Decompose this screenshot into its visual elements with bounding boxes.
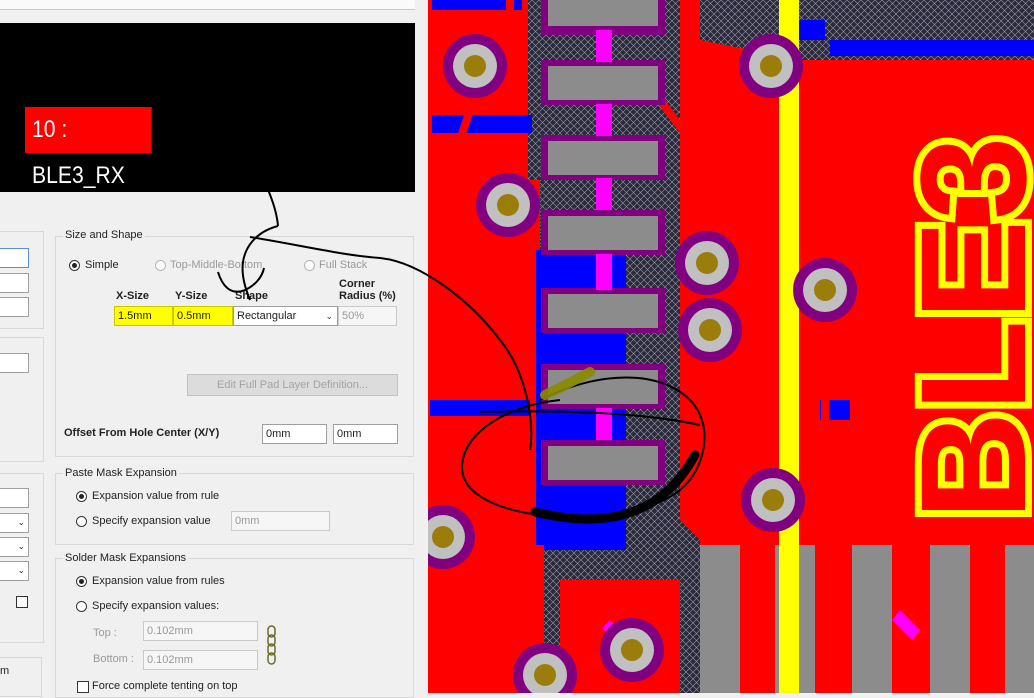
chevron-down-icon: ⌄: [17, 517, 25, 527]
shape-select-value: Rectangular: [237, 310, 297, 322]
solder-mask-title: Solder Mask Expansions: [63, 552, 189, 564]
solder-bottom-label: Bottom :: [93, 653, 134, 665]
shape-select[interactable]: Rectangular ⌄: [233, 306, 338, 326]
solder-top-input[interactable]: 0.102mm: [143, 621, 258, 641]
solder-bottom-input[interactable]: 0.102mm: [143, 650, 258, 670]
x-size-header: X-Size: [116, 290, 150, 302]
paste-rule-radio[interactable]: [76, 491, 87, 502]
solder-rules-label: Expansion value from rules: [92, 575, 225, 587]
corner-header-line2: Radius (%): [339, 290, 396, 302]
chevron-down-icon: ⌄: [17, 565, 25, 575]
x-size-input[interactable]: 1.5mm: [114, 306, 173, 326]
top-middle-bottom-label: Top-Middle-Bottom: [170, 259, 263, 271]
size-shape-title: Size and Shape: [63, 229, 145, 241]
chevron-down-icon: ⌄: [325, 311, 333, 321]
top-frame-edge: [0, 0, 415, 10]
paste-specify-radio[interactable]: [76, 516, 87, 527]
edit-full-pad-layer-button[interactable]: Edit Full Pad Layer Definition...: [187, 374, 398, 396]
force-tenting-top-label: Force complete tenting on top: [92, 680, 238, 692]
simple-radio[interactable]: [69, 260, 80, 271]
full-stack-radio[interactable]: [304, 260, 315, 271]
shape-header: Shape: [235, 290, 269, 302]
paste-rule-label: Expansion value from rule: [92, 490, 220, 502]
solder-specify-radio[interactable]: [76, 601, 87, 612]
left-checkbox[interactable]: [16, 596, 28, 608]
silkscreen-line: [779, 0, 799, 693]
left-field-4[interactable]: [0, 353, 29, 373]
solder-rules-radio[interactable]: [76, 576, 87, 587]
left-field-5[interactable]: [0, 488, 29, 508]
top-middle-bottom-radio[interactable]: [155, 260, 166, 271]
left-select-1[interactable]: ⌄: [0, 513, 29, 533]
chevron-down-icon: ⌄: [17, 541, 25, 551]
pad-preview-label: 10 : BLE3_RX: [25, 107, 152, 189]
offset-label: Offset From Hole Center (X/Y): [64, 427, 220, 439]
solder-specify-label: Specify expansion values:: [92, 600, 220, 612]
left-field-2[interactable]: [0, 273, 29, 293]
offset-x-input[interactable]: 0mm: [262, 424, 327, 444]
corner-header-line1: Corner: [339, 278, 376, 290]
offset-y-input[interactable]: 0mm: [333, 424, 398, 444]
paste-value-input[interactable]: 0mm: [231, 511, 330, 531]
left-fragment-label: m: [0, 665, 10, 677]
simple-label: Simple: [85, 259, 119, 271]
left-field-1[interactable]: [0, 248, 29, 268]
y-size-input[interactable]: 0.5mm: [173, 306, 233, 326]
left-select-2[interactable]: ⌄: [0, 537, 29, 557]
link-chain-icon[interactable]: [266, 625, 278, 665]
corner-radius-input[interactable]: 50%: [338, 306, 397, 326]
pcb-canvas[interactable]: BLE3: [428, 0, 1034, 693]
left-field-3[interactable]: [0, 297, 29, 317]
left-select-3[interactable]: ⌄: [0, 561, 29, 581]
paste-mask-title: Paste Mask Expansion: [63, 467, 179, 479]
pad-preview: 10 : BLE3_RX: [0, 23, 415, 192]
silkscreen-text: BLE3: [889, 137, 1034, 520]
left-group-4: [0, 657, 42, 697]
pad-properties-panel: 10 : BLE3_RX ⌄ ⌄ ⌄ m Size and Shape Simp…: [0, 0, 428, 698]
paste-mask-group: [55, 473, 414, 545]
force-tenting-top-checkbox[interactable]: [77, 681, 89, 693]
y-size-header: Y-Size: [175, 290, 208, 302]
solder-top-label: Top :: [93, 627, 117, 639]
full-stack-label: Full Stack: [319, 259, 368, 271]
paste-specify-label: Specify expansion value: [92, 515, 211, 527]
